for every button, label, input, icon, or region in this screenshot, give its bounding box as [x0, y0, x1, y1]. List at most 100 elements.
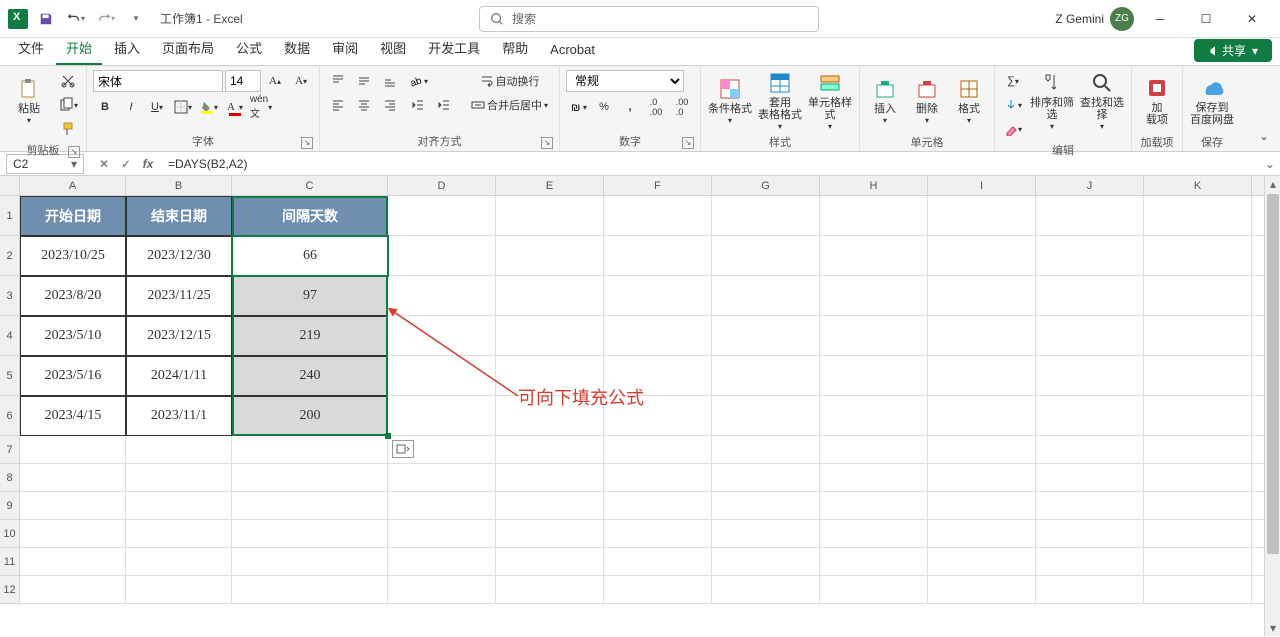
copy-icon[interactable]: ▾	[56, 94, 80, 116]
column-header[interactable]: A	[20, 176, 126, 196]
cell[interactable]	[126, 576, 232, 604]
column-header[interactable]: G	[712, 176, 820, 196]
cell[interactable]: 2023/8/20	[20, 276, 126, 316]
clear-icon[interactable]: ▾	[1001, 118, 1025, 140]
cell[interactable]	[712, 520, 820, 548]
italic-icon[interactable]: I	[119, 96, 143, 118]
vertical-scrollbar[interactable]: ▴ ▾	[1264, 176, 1280, 636]
cell[interactable]	[928, 436, 1036, 464]
font-dialog-icon[interactable]: ↘	[301, 137, 313, 149]
cell[interactable]: 2023/11/1	[126, 396, 232, 436]
ribbon-collapse-icon[interactable]: ⌄	[1252, 125, 1276, 147]
scroll-down-icon[interactable]: ▾	[1265, 620, 1280, 636]
save-icon[interactable]	[34, 7, 58, 31]
cell[interactable]: 2023/10/25	[20, 236, 126, 276]
cut-icon[interactable]	[56, 70, 80, 92]
font-name-select[interactable]	[93, 70, 223, 92]
cell[interactable]	[928, 236, 1036, 276]
cell[interactable]	[1144, 548, 1252, 576]
cell[interactable]	[496, 276, 604, 316]
cell[interactable]	[1144, 576, 1252, 604]
column-header[interactable]: D	[388, 176, 496, 196]
row-header[interactable]: 5	[0, 356, 20, 396]
row-header[interactable]: 12	[0, 576, 20, 604]
decrease-indent-icon[interactable]	[406, 94, 430, 116]
cell[interactable]	[1036, 196, 1144, 236]
cell[interactable]	[928, 520, 1036, 548]
cell[interactable]	[1036, 492, 1144, 520]
cell[interactable]	[496, 196, 604, 236]
cell[interactable]	[1144, 356, 1252, 396]
cell[interactable]	[496, 576, 604, 604]
cell[interactable]	[1036, 520, 1144, 548]
cell[interactable]	[820, 276, 928, 316]
cell[interactable]	[712, 548, 820, 576]
cell[interactable]	[820, 492, 928, 520]
fill-handle[interactable]	[385, 433, 391, 439]
cell[interactable]	[604, 576, 712, 604]
cell[interactable]	[820, 520, 928, 548]
cell[interactable]	[20, 464, 126, 492]
cell[interactable]: 200	[232, 396, 388, 436]
user-name[interactable]: Z Gemini	[1055, 12, 1104, 26]
cell[interactable]	[712, 396, 820, 436]
bold-icon[interactable]: B	[93, 96, 117, 118]
tab-review[interactable]: 审阅	[322, 34, 368, 65]
tab-page-layout[interactable]: 页面布局	[152, 34, 224, 65]
cell[interactable]: 2023/12/30	[126, 236, 232, 276]
cell[interactable]	[20, 520, 126, 548]
cell[interactable]: 开始日期	[20, 196, 126, 236]
cell[interactable]	[232, 548, 388, 576]
cell[interactable]	[820, 576, 928, 604]
share-button[interactable]: 共享 ▾	[1194, 39, 1272, 62]
undo-icon[interactable]: ▾	[64, 7, 88, 31]
cell[interactable]	[1036, 316, 1144, 356]
cell[interactable]: 结束日期	[126, 196, 232, 236]
row-header[interactable]: 3	[0, 276, 20, 316]
increase-indent-icon[interactable]	[432, 94, 456, 116]
redo-icon[interactable]: ▾	[94, 7, 118, 31]
column-header[interactable]: E	[496, 176, 604, 196]
select-all-corner[interactable]	[0, 176, 20, 196]
cell[interactable]	[126, 436, 232, 464]
cell[interactable]	[928, 396, 1036, 436]
font-color-icon[interactable]: A▾	[223, 96, 247, 118]
fill-color-icon[interactable]: ▾	[197, 96, 221, 118]
column-header[interactable]: K	[1144, 176, 1252, 196]
cell[interactable]	[604, 492, 712, 520]
row-header[interactable]: 6	[0, 396, 20, 436]
cell[interactable]	[388, 276, 496, 316]
cell[interactable]	[820, 464, 928, 492]
merge-center-button[interactable]: 合并后居中▾	[466, 94, 553, 116]
column-header[interactable]: I	[928, 176, 1036, 196]
cell[interactable]	[1144, 520, 1252, 548]
align-bottom-icon[interactable]	[378, 70, 402, 92]
cell[interactable]	[388, 396, 496, 436]
phonetic-icon[interactable]: wén文▾	[249, 96, 273, 118]
decrease-font-icon[interactable]: A▾	[289, 70, 313, 92]
align-center-icon[interactable]	[352, 94, 376, 116]
cell[interactable]	[712, 436, 820, 464]
row-header[interactable]: 10	[0, 520, 20, 548]
cell[interactable]	[1144, 492, 1252, 520]
font-size-select[interactable]	[225, 70, 261, 92]
cell[interactable]	[820, 196, 928, 236]
column-header[interactable]: H	[820, 176, 928, 196]
format-as-table-button[interactable]: 套用 表格格式▾	[757, 70, 803, 132]
cell[interactable]	[604, 436, 712, 464]
tab-formulas[interactable]: 公式	[226, 34, 272, 65]
enter-formula-icon[interactable]: ✓	[116, 154, 136, 174]
align-middle-icon[interactable]	[352, 70, 376, 92]
cell[interactable]	[1036, 436, 1144, 464]
cell[interactable]: 97	[232, 276, 388, 316]
percent-icon[interactable]: %	[592, 96, 616, 118]
cell[interactable]	[1144, 316, 1252, 356]
cell[interactable]	[604, 276, 712, 316]
cell[interactable]	[928, 464, 1036, 492]
cell[interactable]	[232, 492, 388, 520]
format-cells-button[interactable]: 格式▾	[950, 70, 988, 132]
cell[interactable]	[496, 492, 604, 520]
cell[interactable]	[820, 316, 928, 356]
minimize-button[interactable]: ─	[1140, 3, 1180, 35]
tab-home[interactable]: 开始	[56, 34, 102, 65]
